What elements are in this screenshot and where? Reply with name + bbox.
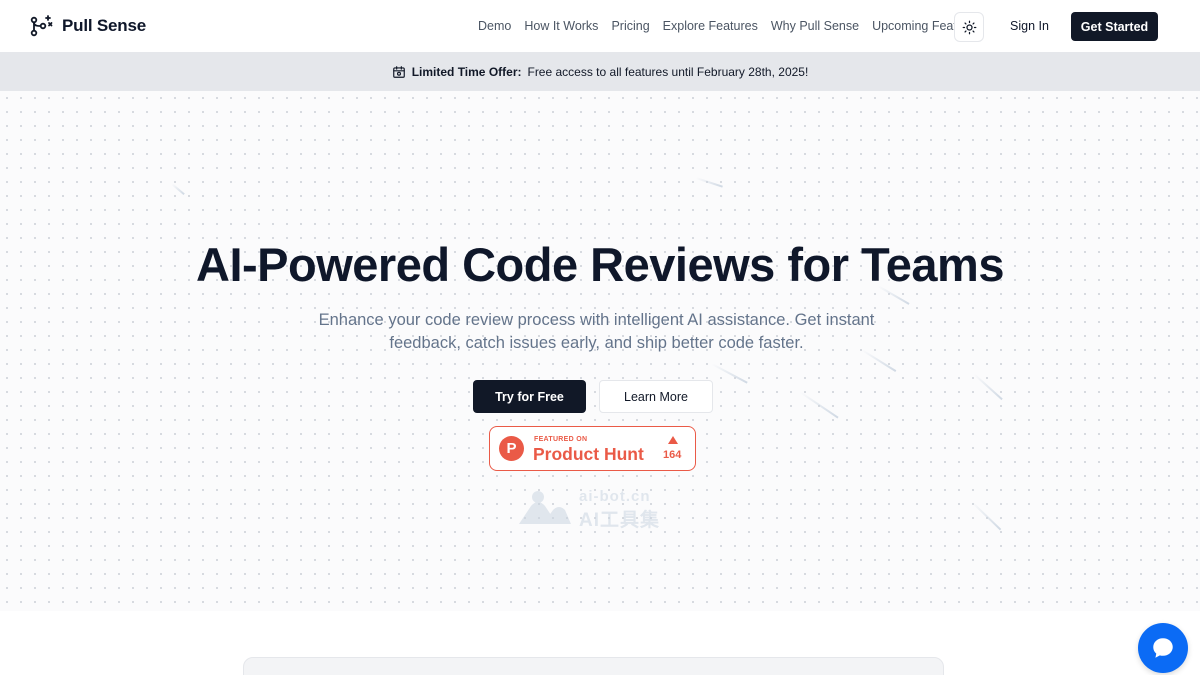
get-started-button[interactable]: Get Started bbox=[1071, 12, 1158, 41]
hero-subtext: Enhance your code review process with in… bbox=[318, 311, 875, 352]
decorative-streak bbox=[171, 183, 185, 195]
nav-link-how-it-works[interactable]: How It Works bbox=[524, 19, 598, 33]
product-hunt-featured-label: FEATURED ON bbox=[534, 436, 588, 443]
watermark-bottom: AI工具集 bbox=[579, 510, 661, 531]
hero-headline: AI-Powered Code Reviews for Teams bbox=[196, 238, 1004, 291]
product-hunt-badge[interactable]: P FEATURED ON Product Hunt 164 bbox=[489, 426, 696, 471]
upvote-arrow-icon bbox=[668, 436, 678, 444]
offer-label: Limited Time Offer: bbox=[411, 65, 522, 79]
preview-card bbox=[243, 657, 944, 675]
offer-banner: Limited Time Offer: Free access to all f… bbox=[0, 53, 1200, 91]
offer-text: Free access to all features until Februa… bbox=[527, 65, 809, 79]
theme-toggle-button[interactable] bbox=[954, 12, 984, 42]
calendar-icon bbox=[392, 66, 405, 78]
product-hunt-name: Product Hunt bbox=[533, 444, 644, 464]
chat-button[interactable] bbox=[1138, 623, 1188, 673]
decorative-streak bbox=[695, 177, 723, 188]
watermark: ai-bot.cn AI工具集 bbox=[517, 488, 687, 531]
product-hunt-vote-count: 164 bbox=[663, 449, 682, 461]
nav-link-pricing[interactable]: Pricing bbox=[611, 19, 649, 33]
decorative-streak bbox=[711, 363, 748, 384]
decorative-streak bbox=[973, 373, 1003, 400]
decorative-streak bbox=[971, 501, 1002, 531]
sun-icon bbox=[962, 20, 976, 34]
decorative-streak bbox=[799, 391, 839, 419]
nav-link-explore-features[interactable]: Explore Features bbox=[663, 19, 758, 33]
git-branch-sparkle-icon bbox=[30, 15, 53, 37]
brand-logo[interactable]: Pull Sense bbox=[30, 14, 146, 38]
product-hunt-logo-icon: P bbox=[499, 436, 524, 461]
watermark-logo-icon bbox=[519, 491, 571, 524]
sign-in-link[interactable]: Sign In bbox=[1010, 19, 1049, 33]
try-for-free-button[interactable]: Try for Free bbox=[473, 380, 586, 413]
brand-name: Pull Sense bbox=[62, 16, 146, 35]
watermark-top: ai-bot.cn bbox=[579, 488, 651, 505]
chat-bubble-icon bbox=[1153, 638, 1173, 658]
top-navbar: Pull Sense Demo How It Works Pricing Exp… bbox=[0, 0, 1200, 53]
nav-links: Demo How It Works Pricing Explore Featur… bbox=[478, 19, 994, 33]
nav-link-why-pull-sense[interactable]: Why Pull Sense bbox=[771, 19, 859, 33]
learn-more-button[interactable]: Learn More bbox=[599, 380, 713, 413]
nav-link-demo[interactable]: Demo bbox=[478, 19, 511, 33]
